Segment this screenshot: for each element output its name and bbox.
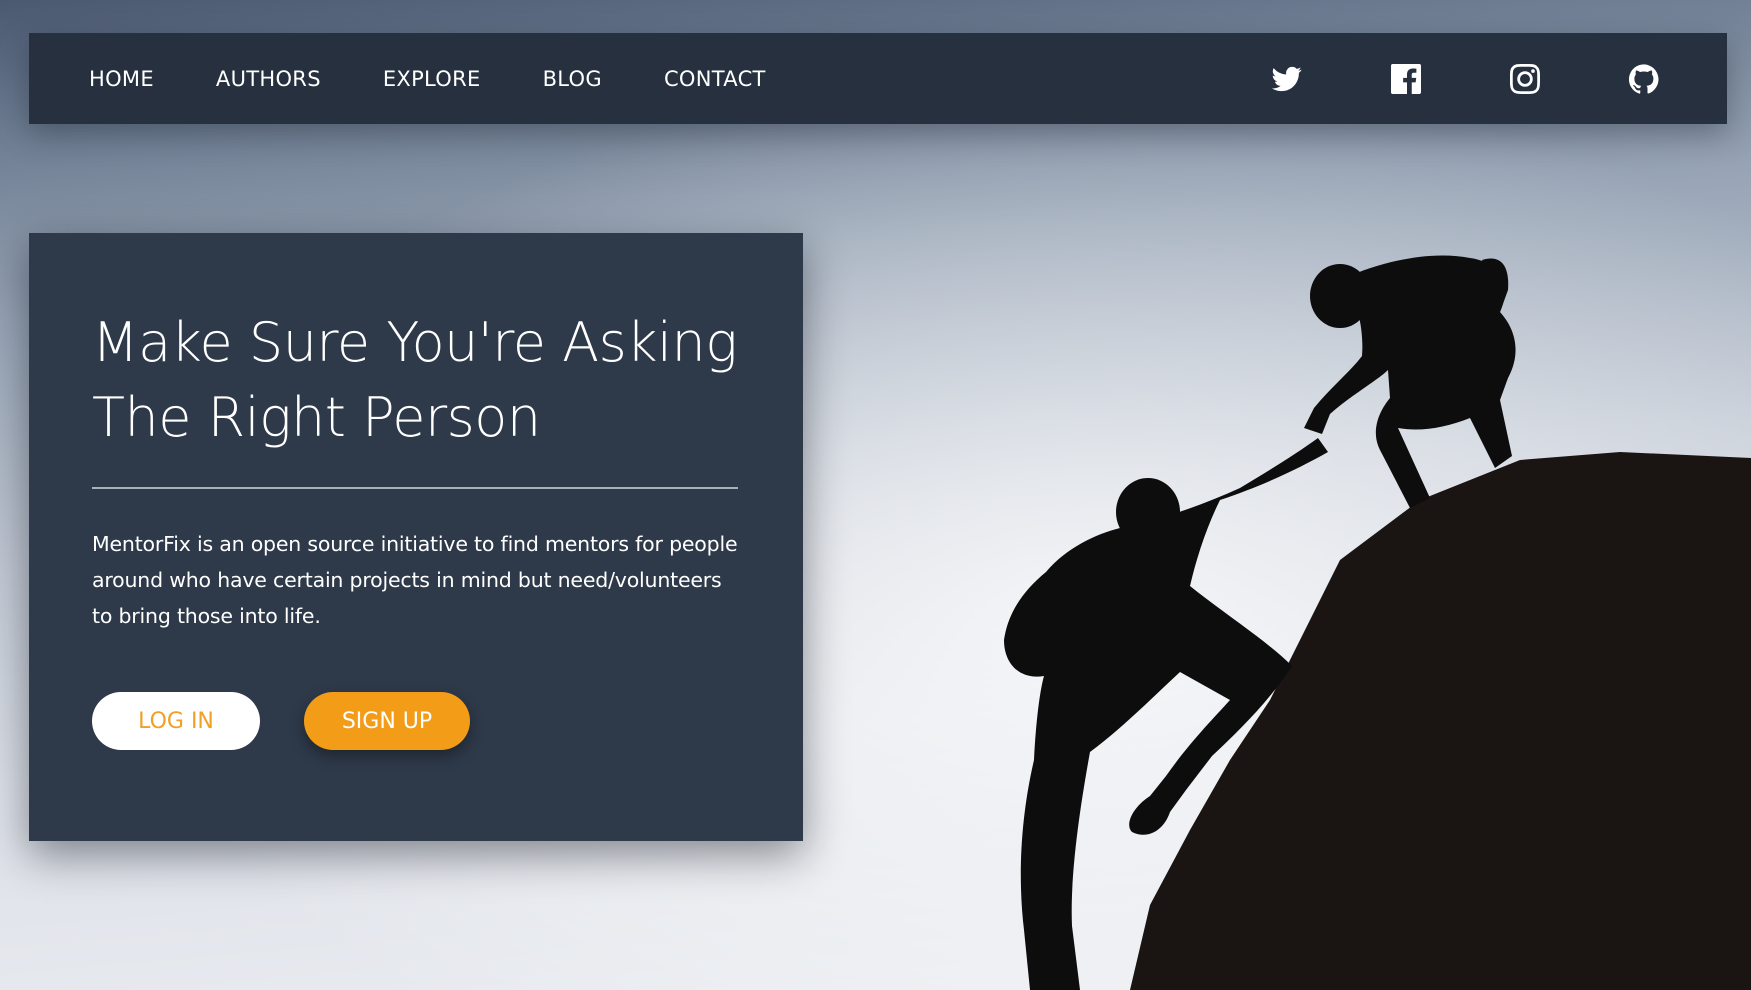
landing-page: HOME AUTHORS EXPLORE BLOG CONTACT Make S…	[0, 0, 1751, 990]
signup-button[interactable]: SIGN UP	[304, 692, 470, 750]
social-links	[1183, 33, 1659, 124]
nav-link-home[interactable]: HOME	[89, 67, 154, 91]
instagram-icon[interactable]	[1510, 63, 1540, 94]
nav-link-contact[interactable]: CONTACT	[664, 67, 766, 91]
twitter-icon[interactable]	[1272, 64, 1302, 94]
login-button[interactable]: LOG IN	[92, 692, 260, 750]
nav-links: HOME AUTHORS EXPLORE BLOG CONTACT	[89, 67, 828, 91]
nav-link-explore[interactable]: EXPLORE	[383, 67, 481, 91]
hero-title: Make Sure You're Asking The Right Person	[92, 311, 738, 449]
nav-link-blog[interactable]: BLOG	[543, 67, 602, 91]
top-navigation-bar: HOME AUTHORS EXPLORE BLOG CONTACT	[29, 33, 1727, 124]
github-icon[interactable]	[1629, 63, 1659, 94]
facebook-icon[interactable]	[1391, 63, 1421, 94]
hero-card: Make Sure You're Asking The Right Person…	[29, 233, 803, 841]
nav-link-authors[interactable]: AUTHORS	[216, 67, 321, 91]
hero-description: MentorFix is an open source initiative t…	[92, 532, 738, 628]
hero-divider	[92, 487, 738, 489]
